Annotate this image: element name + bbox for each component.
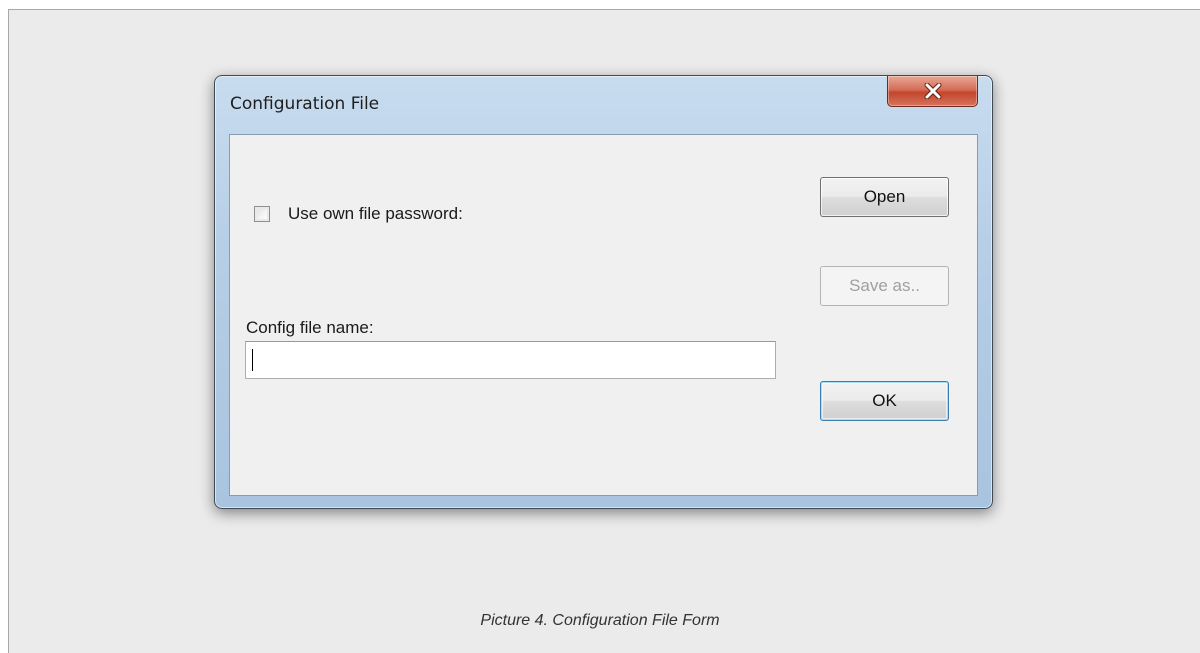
figure-caption: Picture 4. Configuration File Form [480, 612, 720, 629]
config-name-input[interactable] [245, 341, 776, 379]
close-button[interactable] [887, 76, 978, 107]
config-name-label: Config file name: [246, 318, 374, 337]
close-x-icon [924, 83, 941, 99]
window-title: Configuration File [230, 94, 380, 114]
use-password-label: Use own file password: [288, 204, 463, 223]
ok-button[interactable]: OK [820, 381, 949, 421]
use-password-checkbox[interactable] [254, 206, 270, 222]
open-button[interactable]: Open [820, 177, 949, 217]
use-password-row: Use own file password: [254, 204, 463, 224]
save-as-button[interactable]: Save as.. [820, 266, 949, 306]
text-caret [252, 349, 253, 371]
